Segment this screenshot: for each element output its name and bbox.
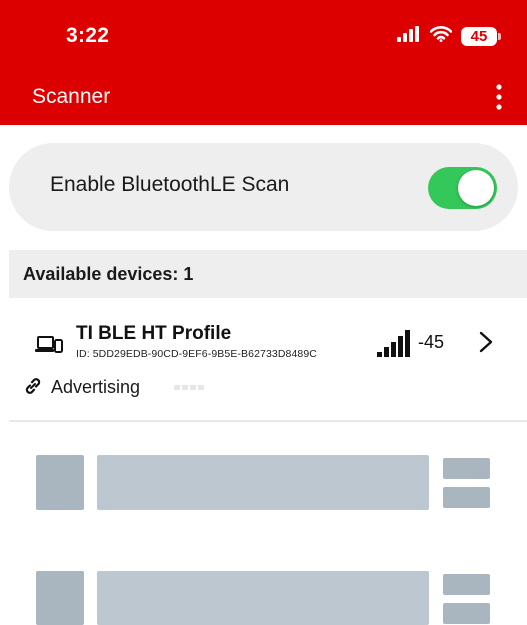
skeleton-text (97, 455, 429, 510)
divider (9, 420, 527, 422)
battery-level: 45 (470, 27, 488, 45)
skeleton-meta (443, 458, 490, 479)
devices-count-title: Available devices: 1 (23, 264, 194, 284)
toggle-knob (458, 170, 494, 206)
scan-toggle-label: Enable BluetoothLE Scan (50, 173, 290, 196)
advertising-status: Advertising (51, 377, 141, 397)
status-icons: 45 (397, 24, 501, 48)
battery-icon: 45 (461, 26, 501, 46)
link-icon (23, 377, 43, 400)
device-list-item[interactable]: TI BLE HT Profile ID: 5DD29EDB-90CD-9EF6… (9, 310, 527, 410)
wifi-icon (429, 25, 453, 47)
devices-section-header: Available devices: 1 (9, 250, 527, 298)
skeleton-meta (443, 574, 490, 595)
page-title: Scanner (32, 85, 111, 108)
app-header: 3:22 45 Scanner (0, 0, 527, 125)
skeleton-meta (443, 603, 490, 624)
advertising-indicator (174, 385, 204, 390)
device-name: TI BLE HT Profile (76, 323, 232, 344)
skeleton-text (97, 571, 429, 625)
more-vertical-icon (496, 84, 502, 110)
skeleton-thumb (36, 455, 84, 510)
signal-strength-icon (377, 330, 411, 363)
skeleton-meta (443, 487, 490, 508)
skeleton-thumb (36, 571, 84, 625)
chevron-right-icon[interactable] (479, 331, 493, 358)
rssi-value: -45 (418, 332, 445, 352)
device-id: ID: 5DD29EDB-90CD-9EF6-9B5E-B62733D8489C (76, 348, 317, 360)
status-time: 3:22 (66, 24, 110, 47)
scan-toggle-switch[interactable] (428, 167, 497, 209)
signal-bars-icon (397, 25, 421, 47)
scan-toggle-card: Enable BluetoothLE Scan (9, 143, 518, 231)
more-menu-button[interactable] (485, 80, 513, 114)
device-icon (35, 335, 63, 360)
